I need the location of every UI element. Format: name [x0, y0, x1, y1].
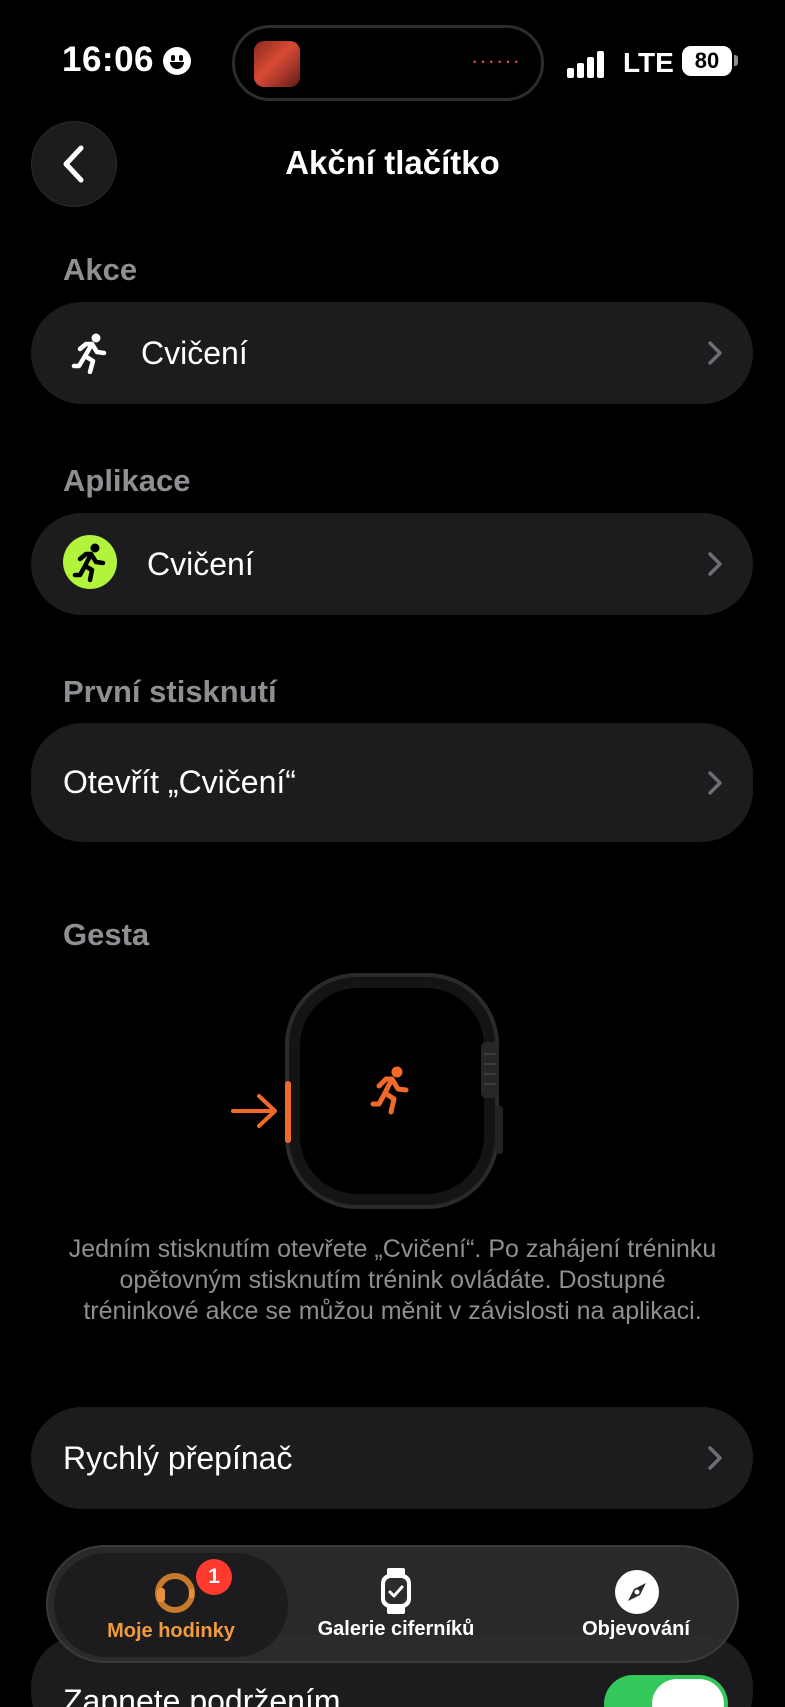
first-press-value: Otevřít „Cvičení“: [63, 764, 296, 800]
network-type: LTE: [623, 47, 674, 78]
chevron-right-icon: [708, 770, 722, 795]
section-header-first-press: První stisknutí: [63, 674, 277, 709]
page-title: Akční tlačítko: [285, 144, 500, 181]
gesture-illustration: [0, 970, 785, 1220]
chevron-right-icon: [708, 341, 722, 365]
tab-discover[interactable]: Objevování: [538, 1547, 734, 1661]
quick-switch-row[interactable]: Rychlý přepínač: [31, 1407, 753, 1509]
app-value: Cvičení: [147, 545, 254, 582]
status-bar: 16:06 ······ LTE 80: [0, 0, 785, 110]
tab-label: Objevování: [582, 1618, 690, 1640]
app-row[interactable]: Cvičení: [31, 513, 753, 615]
tab-face-gallery[interactable]: Galerie ciferníků: [296, 1547, 496, 1661]
chevron-right-icon: [708, 1446, 722, 1470]
first-press-row[interactable]: Otevřít „Cvičení“: [31, 723, 753, 842]
cellular-signal-icon: [567, 50, 607, 78]
chevron-right-icon: [708, 552, 722, 576]
tab-label: Galerie ciferníků: [317, 1618, 475, 1640]
arrow-right-icon: [231, 1094, 277, 1128]
section-header-gestures: Gesta: [63, 917, 150, 952]
tab-my-watch[interactable]: 1 Moje hodinky: [54, 1553, 288, 1657]
tab-bar: 1 Moje hodinky Galerie ciferníků Objevov…: [46, 1545, 739, 1663]
section-header-app: Aplikace: [63, 463, 191, 498]
compass-icon: [615, 1570, 659, 1614]
recording-dots-icon: ······: [471, 48, 521, 73]
watch-face-gallery-icon: [381, 1568, 411, 1614]
dynamic-island[interactable]: ······: [232, 25, 544, 101]
gesture-description: Jedním stisknutím otevřete „Cvičení“. Po…: [68, 1235, 717, 1325]
action-row[interactable]: Cvičení: [31, 302, 753, 404]
battery-level: 80: [682, 46, 732, 76]
hold-toggle-label: Zapnete podržením: [63, 1683, 341, 1707]
quick-switch-label: Rychlý přepínač: [63, 1439, 293, 1476]
watch-illustration: [285, 973, 503, 1209]
hold-toggle-switch[interactable]: [604, 1675, 728, 1707]
figure-run-icon: [71, 333, 107, 374]
toggle-knob: [652, 1679, 724, 1707]
workout-app-icon: [63, 535, 117, 589]
watch-icon: [155, 1573, 195, 1613]
now-playing-thumbnail: [254, 41, 300, 87]
notification-badge: 1: [196, 1559, 232, 1595]
tab-label: Moje hodinky: [107, 1620, 235, 1642]
action-value: Cvičení: [141, 334, 248, 371]
smiley-icon: [163, 47, 191, 75]
status-time: 16:06: [62, 40, 155, 79]
section-header-action: Akce: [63, 252, 138, 287]
battery-icon: [734, 55, 738, 66]
